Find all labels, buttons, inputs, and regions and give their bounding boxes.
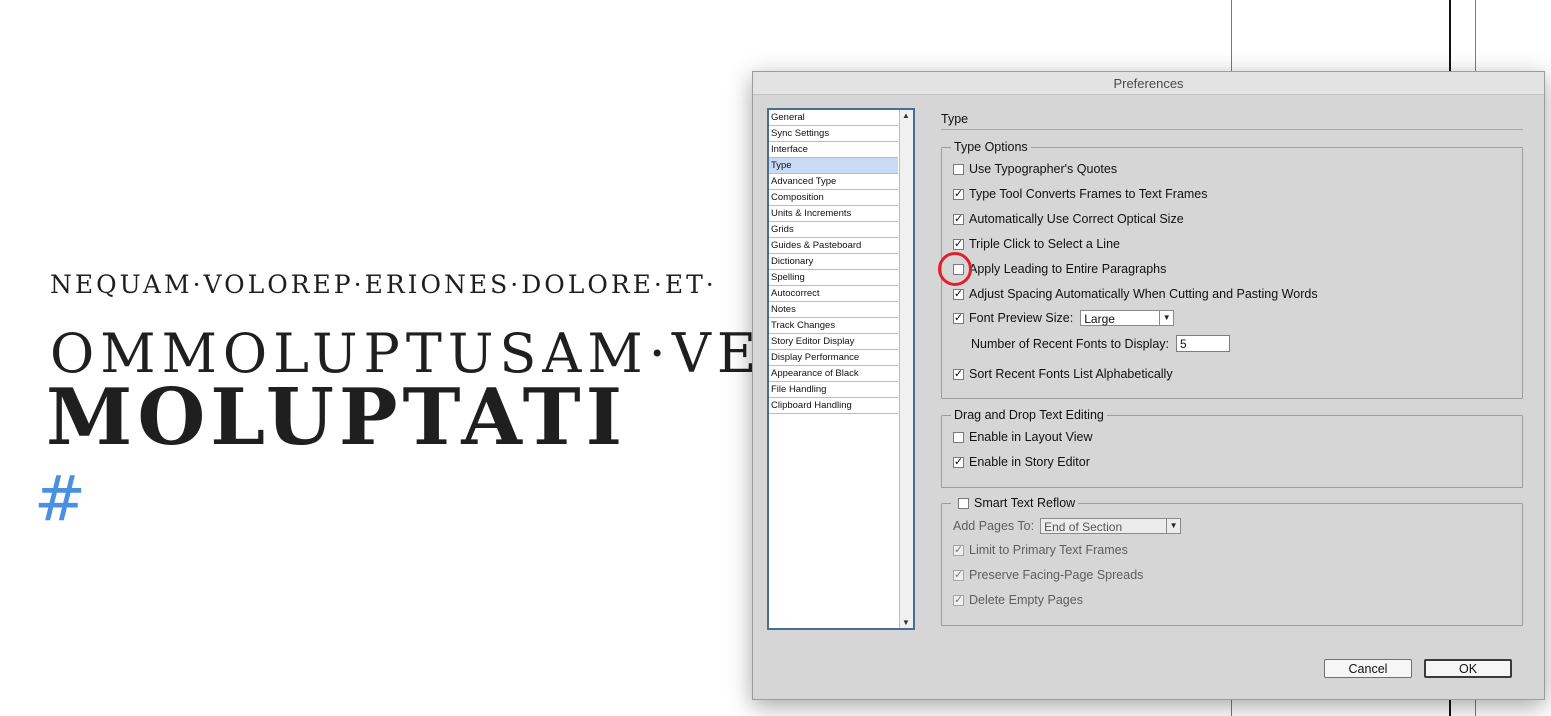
story-editor-checkbox[interactable]: ✓	[953, 456, 964, 468]
category-item[interactable]: Composition	[769, 190, 898, 206]
drag-drop-group: Drag and Drop Text Editing	[941, 408, 1523, 488]
auto-optical-size-label: Automatically Use Correct Optical Size	[969, 212, 1184, 226]
preserve-facing-label: Preserve Facing-Page Spreads	[969, 568, 1144, 582]
scroll-up-icon[interactable]: ▲	[902, 111, 910, 120]
add-pages-select[interactable]: End of Section ▼	[1040, 518, 1182, 534]
smart-reflow-row[interactable]: Smart Text Reflow	[955, 496, 1079, 510]
layout-view-label: Enable in Layout View	[969, 430, 1093, 444]
category-item[interactable]: General	[769, 110, 898, 126]
category-item[interactable]: Story Editor Display	[769, 334, 898, 350]
category-item[interactable]: Track Changes	[769, 318, 898, 334]
recent-fonts-row: Number of Recent Fonts to Display: 5	[971, 335, 1230, 352]
category-item[interactable]: Autocorrect	[769, 286, 898, 302]
category-item[interactable]: Interface	[769, 142, 898, 158]
category-scrollbar[interactable]: ▲ ▼	[899, 110, 913, 628]
panel-divider	[941, 129, 1523, 130]
annotation-circle	[938, 252, 972, 286]
category-item[interactable]: Notes	[769, 302, 898, 318]
end-of-story-hash-icon: #	[34, 462, 86, 535]
category-item[interactable]: Spelling	[769, 270, 898, 286]
font-preview-label: Font Preview Size:	[969, 311, 1074, 325]
ok-button[interactable]: OK	[1424, 659, 1512, 678]
category-item[interactable]: Guides & Pasteboard	[769, 238, 898, 254]
dialog-title: Preferences	[753, 72, 1544, 95]
limit-primary-row[interactable]: ✓ Limit to Primary Text Frames	[953, 543, 1128, 557]
chevron-down-icon: ▼	[1166, 519, 1180, 533]
document-text-line-3: MOLUPTATI	[46, 372, 628, 463]
panel-title: Type	[941, 112, 969, 126]
use-typographers-quotes-checkbox[interactable]	[953, 163, 964, 175]
cancel-button[interactable]: Cancel	[1324, 659, 1412, 678]
sort-recent-checkbox[interactable]: ✓	[953, 368, 964, 380]
preferences-dialog: Preferences General Sync Settings Interfac…	[752, 71, 1545, 700]
category-item[interactable]: Display Performance	[769, 350, 898, 366]
category-item[interactable]: Sync Settings	[769, 126, 898, 142]
use-typographers-quotes-label: Use Typographer's Quotes	[969, 162, 1118, 176]
add-pages-value: End of Section	[1044, 520, 1123, 534]
sort-recent-label: Sort Recent Fonts List Alphabetically	[969, 367, 1173, 381]
use-typographers-quotes-row[interactable]: Use Typographer's Quotes	[953, 162, 1117, 176]
apply-leading-row[interactable]: Apply Leading to Entire Paragraphs	[953, 262, 1166, 276]
category-items: General Sync Settings Interface Type Advance…	[769, 110, 898, 414]
story-editor-row[interactable]: ✓ Enable in Story Editor	[953, 455, 1090, 469]
adjust-spacing-row[interactable]: ✓ Adjust Spacing Automatically When Cutt…	[953, 287, 1318, 301]
preserve-facing-row[interactable]: ✓ Preserve Facing-Page Spreads	[953, 568, 1143, 582]
category-item[interactable]: Units & Increments	[769, 206, 898, 222]
chevron-down-icon: ▼	[1159, 311, 1173, 325]
type-tool-converts-row[interactable]: ✓ Type Tool Converts Frames to Text Fram…	[953, 187, 1208, 201]
triple-click-row[interactable]: ✓ Triple Click to Select a Line	[953, 237, 1120, 251]
adjust-spacing-checkbox[interactable]: ✓	[953, 288, 964, 300]
document-text-line-1: NEQUAM·VOLOREP·ERIONES·DOLORE·ET·	[50, 270, 717, 299]
preserve-facing-checkbox[interactable]: ✓	[953, 569, 964, 581]
scroll-down-icon[interactable]: ▼	[902, 618, 910, 627]
font-preview-size-select[interactable]: Large ▼	[1080, 310, 1175, 326]
delete-empty-row[interactable]: ✓ Delete Empty Pages	[953, 593, 1083, 607]
triple-click-checkbox[interactable]: ✓	[953, 238, 964, 250]
smart-reflow-checkbox[interactable]	[958, 497, 969, 509]
limit-primary-checkbox[interactable]: ✓	[953, 544, 964, 556]
limit-primary-label: Limit to Primary Text Frames	[969, 543, 1128, 557]
category-item[interactable]: Type	[769, 158, 898, 174]
story-editor-label: Enable in Story Editor	[969, 455, 1090, 469]
adjust-spacing-label: Adjust Spacing Automatically When Cuttin…	[969, 287, 1318, 301]
add-pages-label: Add Pages To:	[953, 519, 1035, 533]
category-item[interactable]: Advanced Type	[769, 174, 898, 190]
layout-view-row[interactable]: Enable in Layout View	[953, 430, 1092, 444]
recent-fonts-input[interactable]: 5	[1176, 335, 1230, 352]
auto-optical-size-checkbox[interactable]: ✓	[953, 213, 964, 225]
drag-drop-legend: Drag and Drop Text Editing	[954, 408, 1104, 422]
font-preview-row[interactable]: ✓ Font Preview Size: Large ▼	[953, 310, 1175, 326]
type-options-legend: Type Options	[954, 140, 1028, 154]
type-tool-converts-label: Type Tool Converts Frames to Text Frames	[969, 187, 1208, 201]
category-list[interactable]: General Sync Settings Interface Type Advance…	[767, 108, 915, 630]
delete-empty-checkbox[interactable]: ✓	[953, 594, 964, 606]
category-item[interactable]: Clipboard Handling	[769, 398, 898, 414]
apply-leading-label: Apply Leading to Entire Paragraphs	[969, 262, 1167, 276]
sort-recent-row[interactable]: ✓ Sort Recent Fonts List Alphabetically	[953, 367, 1173, 381]
recent-fonts-label: Number of Recent Fonts to Display:	[971, 336, 1169, 351]
font-preview-checkbox[interactable]: ✓	[953, 312, 964, 324]
auto-optical-size-row[interactable]: ✓ Automatically Use Correct Optical Size	[953, 212, 1184, 226]
triple-click-label: Triple Click to Select a Line	[969, 237, 1120, 251]
category-item[interactable]: Appearance of Black	[769, 366, 898, 382]
type-tool-converts-checkbox[interactable]: ✓	[953, 188, 964, 200]
font-preview-size-value: Large	[1084, 312, 1115, 326]
layout-view-checkbox[interactable]	[953, 431, 964, 443]
add-pages-row: Add Pages To: End of Section ▼	[953, 518, 1182, 534]
category-item[interactable]: Grids	[769, 222, 898, 238]
category-item[interactable]: Dictionary	[769, 254, 898, 270]
category-item[interactable]: File Handling	[769, 382, 898, 398]
delete-empty-label: Delete Empty Pages	[969, 593, 1083, 607]
smart-reflow-label: Smart Text Reflow	[974, 496, 1076, 510]
